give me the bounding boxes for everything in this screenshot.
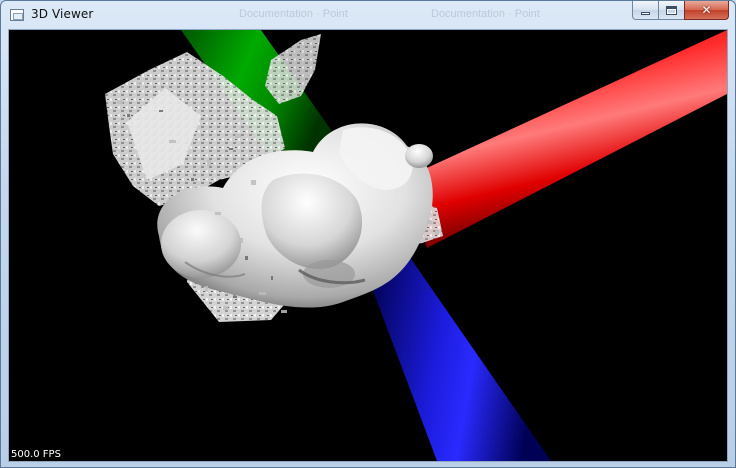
window-controls: ✕ [632,1,729,21]
3d-viewport[interactable]: 500.0 FPS [8,29,728,462]
z-axis-cylinder [369,256,551,461]
app-window-icon[interactable] [10,9,24,21]
background-tab-label: Documentation · Point [239,8,348,20]
app-window: 3D Viewer Documentation · Point Document… [0,0,736,468]
window-title: 3D Viewer [31,7,94,21]
title-bar[interactable]: 3D Viewer Documentation · Point Document… [1,1,735,29]
x-axis-cylinder [405,30,727,248]
minimize-button[interactable] [632,1,658,20]
close-button[interactable]: ✕ [684,1,729,20]
close-icon: ✕ [701,3,712,17]
maximize-button[interactable] [658,1,684,20]
fps-counter: 500.0 FPS [11,449,61,460]
background-tab-label: Documentation · Point [431,8,540,20]
scene-render[interactable] [9,30,727,461]
